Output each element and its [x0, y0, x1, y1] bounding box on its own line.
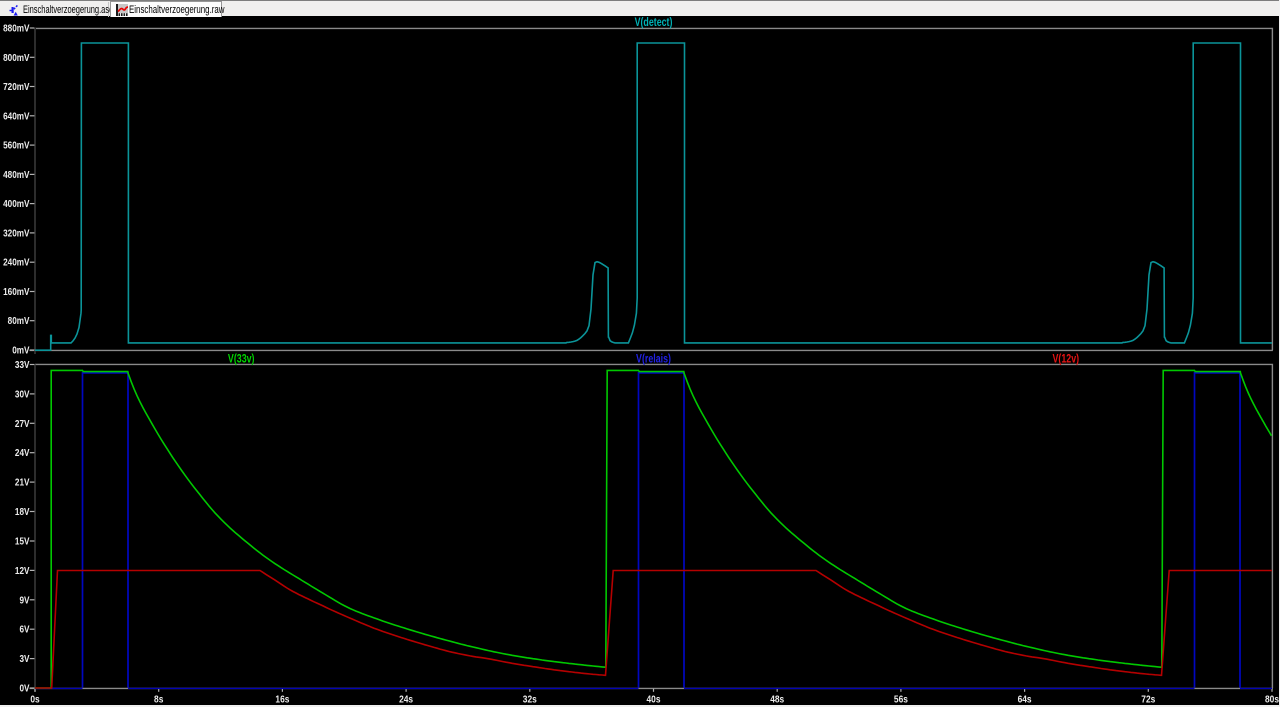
svg-text:560mV: 560mV — [3, 140, 30, 151]
svg-text:240mV: 240mV — [3, 257, 30, 268]
svg-text:6V: 6V — [19, 624, 30, 635]
svg-text:160mV: 160mV — [3, 286, 30, 297]
svg-text:0V: 0V — [19, 683, 30, 694]
svg-text:800mV: 800mV — [3, 52, 30, 63]
svg-text:V(33v): V(33v) — [228, 353, 255, 365]
svg-text:12V: 12V — [15, 565, 30, 576]
svg-text:320mV: 320mV — [3, 228, 30, 239]
svg-text:V(relais): V(relais) — [636, 353, 671, 365]
svg-text:V(detect): V(detect) — [635, 17, 673, 29]
svg-text:27V: 27V — [15, 418, 30, 429]
svg-text:56s: 56s — [894, 694, 908, 705]
svg-text:24s: 24s — [399, 694, 413, 705]
svg-text:480mV: 480mV — [3, 169, 30, 180]
svg-text:33V: 33V — [15, 359, 30, 370]
svg-text:3V: 3V — [19, 653, 30, 664]
svg-text:72s: 72s — [1141, 694, 1155, 705]
svg-text:80s: 80s — [1265, 694, 1279, 705]
svg-text:0mV: 0mV — [12, 345, 30, 356]
svg-text:640mV: 640mV — [3, 111, 30, 122]
svg-text:24V: 24V — [15, 447, 30, 458]
svg-text:15V: 15V — [15, 536, 30, 547]
svg-text:30V: 30V — [15, 389, 30, 400]
svg-text:32s: 32s — [523, 694, 537, 705]
svg-text:9V: 9V — [19, 595, 30, 606]
svg-text:80mV: 80mV — [8, 315, 31, 326]
svg-text:21V: 21V — [15, 477, 30, 488]
svg-text:V(12v): V(12v) — [1053, 353, 1080, 365]
svg-text:18V: 18V — [15, 506, 30, 517]
svg-text:16s: 16s — [275, 694, 289, 705]
svg-text:64s: 64s — [1018, 694, 1032, 705]
svg-text:48s: 48s — [770, 694, 784, 705]
svg-text:0s: 0s — [30, 694, 39, 705]
svg-text:880mV: 880mV — [3, 23, 30, 34]
svg-text:720mV: 720mV — [3, 81, 30, 92]
svg-text:40s: 40s — [647, 694, 661, 705]
svg-text:400mV: 400mV — [3, 198, 30, 209]
svg-text:8s: 8s — [154, 694, 163, 705]
